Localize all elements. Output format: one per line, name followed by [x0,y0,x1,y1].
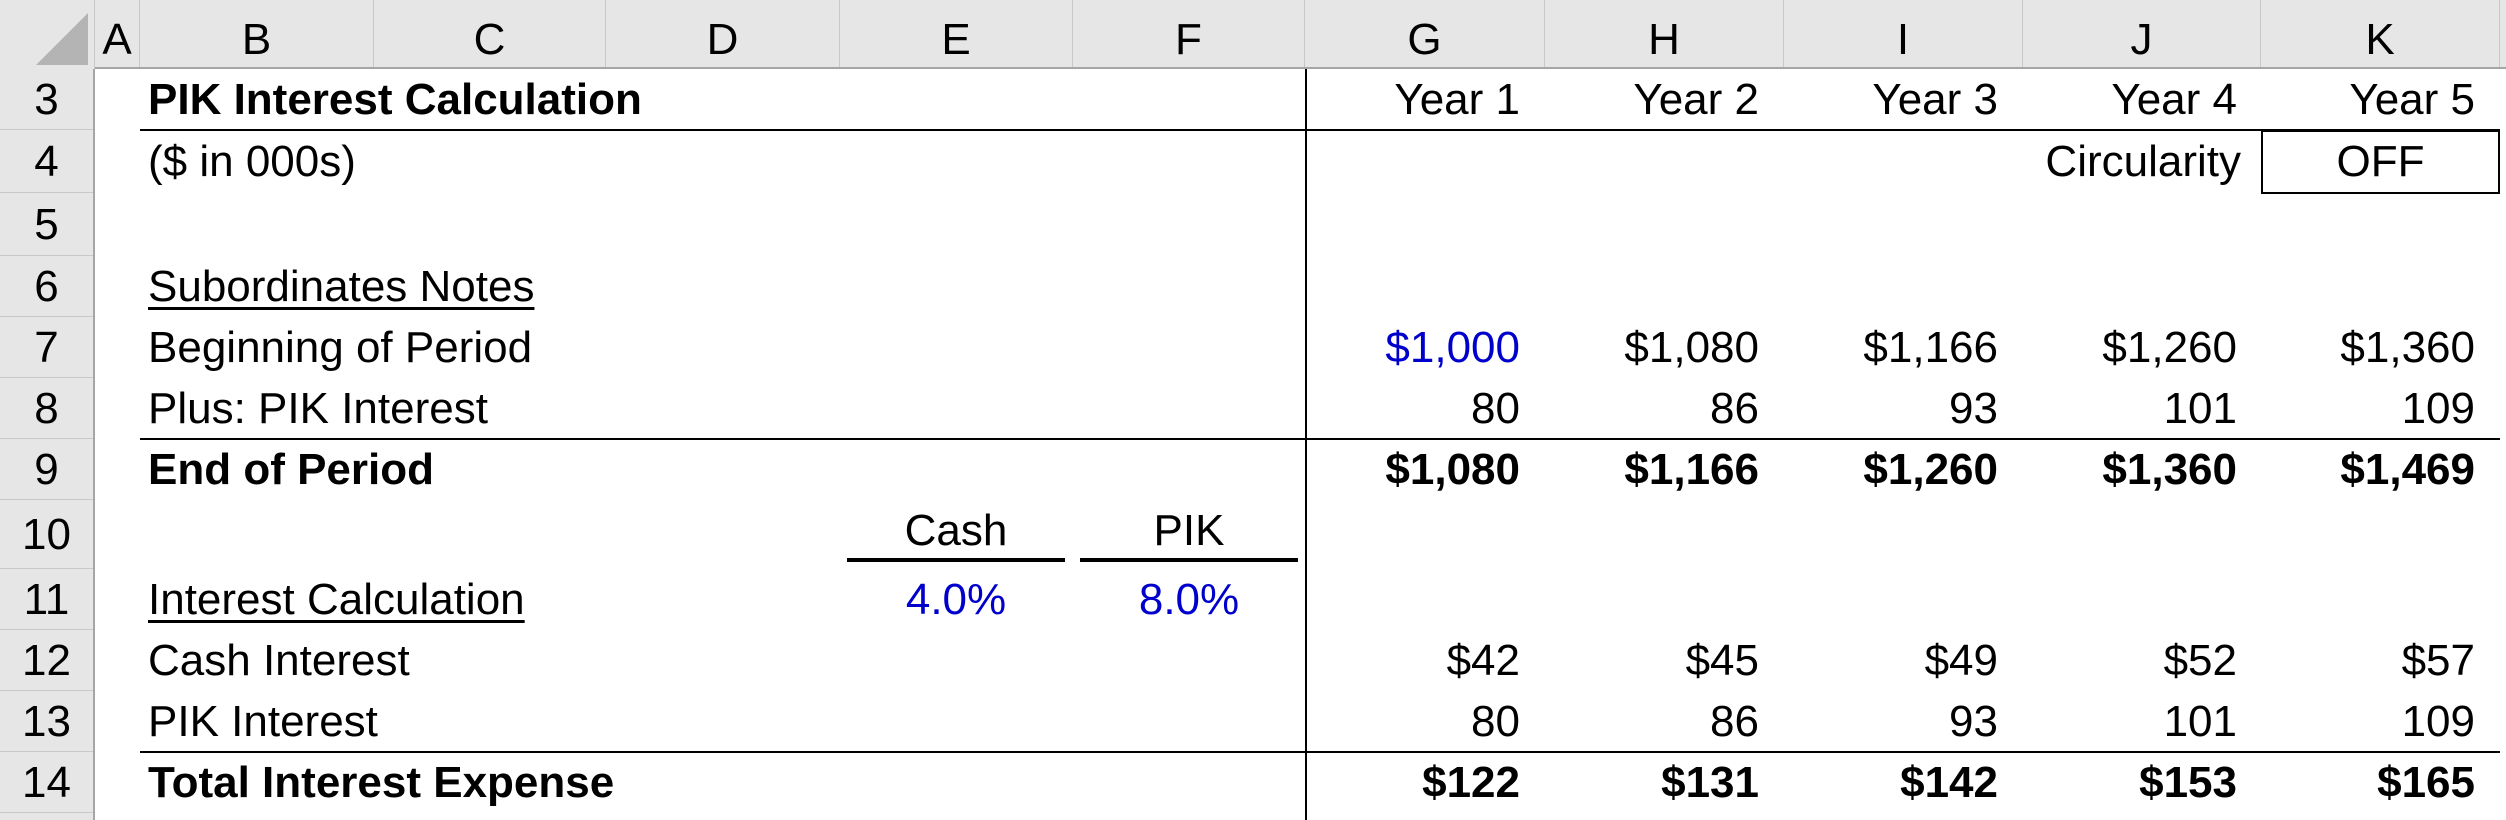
year-header: Year 1 [1394,75,1520,124]
column-header-j[interactable]: J [2023,0,2261,67]
select-all-triangle-icon [36,13,88,65]
pik-rate-header: PIK [1153,506,1225,555]
plus-pik-interest-label: Plus: PIK Interest [148,384,488,433]
pik-accrual: 86 [1710,384,1759,433]
cash-interest: $52 [2163,636,2237,685]
year-header: Year 3 [1872,75,1998,124]
spreadsheet: A B C D E F G H I J K 3 4 5 6 7 8 9 10 1… [0,0,2506,820]
row-header-12[interactable]: 12 [0,630,93,691]
row-header-5[interactable]: 5 [0,193,93,256]
circularity-label: Circularity [2045,137,2241,186]
pik-interest: 109 [2401,697,2475,746]
column-header-h[interactable]: H [1545,0,1784,67]
row-header-6[interactable]: 6 [0,256,93,317]
column-header-c[interactable]: C [374,0,606,67]
row-header-11[interactable]: 11 [0,569,93,630]
cash-interest: $45 [1685,636,1759,685]
pik-interest: 86 [1710,697,1759,746]
row-header-10[interactable]: 10 [0,500,93,569]
pik-interest: 80 [1471,697,1520,746]
pik-accrual: 101 [2163,384,2237,433]
row-header-8[interactable]: 8 [0,378,93,439]
pik-header-underline [1080,558,1298,562]
row-header-9[interactable]: 9 [0,439,93,500]
column-header-d[interactable]: D [606,0,840,67]
end-balance: $1,260 [1863,445,1998,494]
cash-rate-header: Cash [904,506,1008,555]
year-header: Year 5 [2349,75,2475,124]
cash-interest: $49 [1924,636,1998,685]
beginning-of-period-label: Beginning of Period [148,323,533,372]
cash-header-underline [847,558,1065,562]
pik-accrual: 80 [1471,384,1520,433]
row-header-14[interactable]: 14 [0,752,93,813]
column-header-b[interactable]: B [140,0,374,67]
cash-rate-input[interactable]: 4.0% [847,569,1065,630]
total-interest: $142 [1900,758,1998,807]
year-header: Year 4 [2111,75,2237,124]
pik-interest: 93 [1949,697,1998,746]
column-header-i[interactable]: I [1784,0,2023,67]
pik-interest-label: PIK Interest [148,697,378,746]
row-header-7[interactable]: 7 [0,317,93,378]
end-balance: $1,469 [2340,445,2475,494]
circularity-toggle[interactable]: OFF [2261,130,2500,194]
beginning-balance: $1,360 [2340,323,2475,372]
total-interest-label: Total Interest Expense [148,758,615,807]
row-header-3[interactable]: 3 [0,69,93,130]
end-balance: $1,080 [1385,445,1520,494]
pik-accrual: 109 [2401,384,2475,433]
row-header-13[interactable]: 13 [0,691,93,752]
beginning-balance: $1,260 [2102,323,2237,372]
beginning-balance-input[interactable]: $1,000 [1305,317,1520,378]
year-header: Year 2 [1633,75,1759,124]
end-of-period-label: End of Period [148,445,434,494]
pik-accrual: 93 [1949,384,1998,433]
select-all-button[interactable] [0,0,95,69]
column-header-f[interactable]: F [1073,0,1305,67]
column-header-a[interactable]: A [95,0,140,67]
section-interest-calculation: Interest Calculation [148,575,525,624]
beginning-balance: $1,166 [1863,323,1998,372]
beginning-balance: $1,080 [1624,323,1759,372]
total-interest: $131 [1661,758,1759,807]
page-title: PIK Interest Calculation [148,75,642,124]
cash-interest-label: Cash Interest [148,636,410,685]
total-interest: $122 [1422,758,1520,807]
column-header-e[interactable]: E [840,0,1073,67]
units-label: ($ in 000s) [148,137,356,186]
row-header-4[interactable]: 4 [0,130,93,193]
pik-interest: 101 [2163,697,2237,746]
column-header-k[interactable]: K [2261,0,2500,67]
total-interest: $165 [2377,758,2475,807]
column-header-g[interactable]: G [1305,0,1545,67]
end-balance: $1,166 [1624,445,1759,494]
section-subordinate-notes: Subordinates Notes [148,262,535,311]
end-balance: $1,360 [2102,445,2237,494]
cash-interest: $57 [2401,636,2475,685]
pik-rate-input[interactable]: 8.0% [1080,569,1298,630]
cash-interest: $42 [1446,636,1520,685]
total-interest: $153 [2139,758,2237,807]
